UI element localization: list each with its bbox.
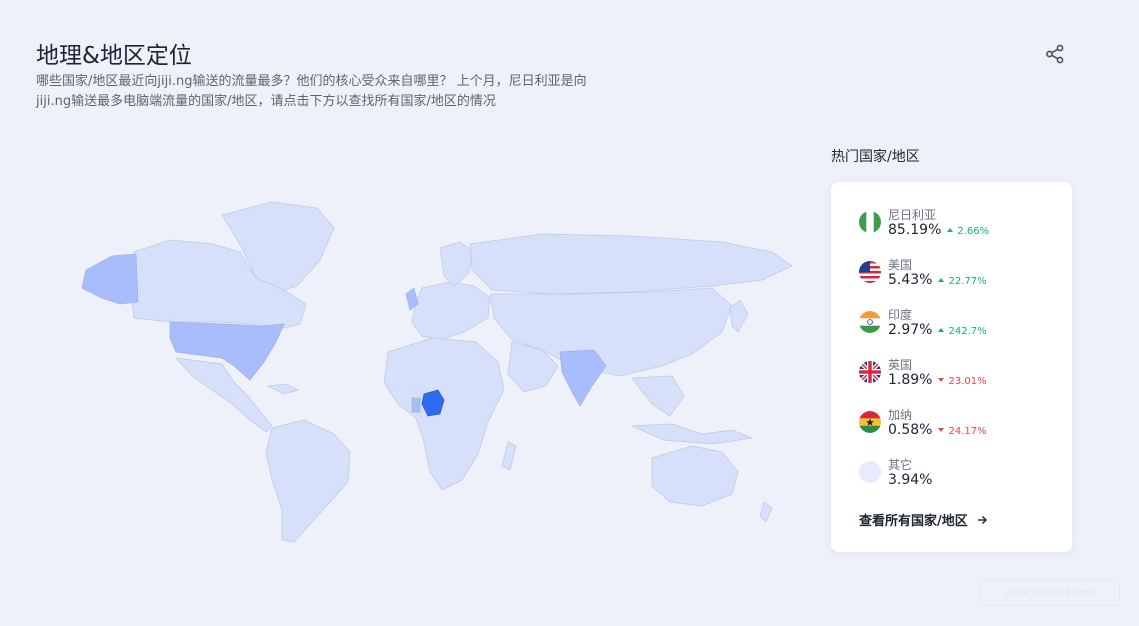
country-change: 22.77%	[948, 276, 987, 287]
map-caribbean	[266, 383, 299, 395]
country-share: 85.19% 2.66%	[888, 222, 990, 238]
page-title: 地理&地区定位	[36, 43, 192, 69]
country-name: 其它	[888, 458, 913, 472]
map-indonesia	[631, 423, 754, 445]
country-change: 2.66%	[957, 226, 990, 237]
country-share: 1.89% 23.01%	[888, 372, 987, 388]
country-item-usa[interactable]: 美国 5.43% 22.77%	[859, 256, 1059, 296]
country-share: 5.43% 22.77%	[888, 272, 987, 288]
top-countries-heading: 热门国家/地区	[831, 149, 920, 165]
top-countries-panel: 尼日利亚 85.19% 2.66% 美国 5.43% 22.77% 印度 2.9…	[831, 182, 1072, 552]
country-item-ghana[interactable]: 加纳 0.58% 24.17%	[859, 406, 1059, 446]
map-russia	[469, 233, 793, 295]
country-share: 3.94%	[888, 472, 933, 488]
country-name: 美国	[888, 258, 913, 272]
ghana-flag-icon	[859, 411, 881, 433]
map-africa	[383, 337, 505, 491]
country-item-other[interactable]: 其它 3.94%	[859, 456, 1059, 496]
map-europe	[411, 281, 491, 341]
share-icon[interactable]	[1043, 42, 1067, 66]
map-southeast-asia	[631, 375, 685, 417]
country-name: 印度	[888, 308, 913, 322]
view-all-label: 查看所有国家/地区	[859, 514, 968, 529]
country-change: 24.17%	[948, 426, 987, 437]
country-share: 0.58% 24.17%	[888, 422, 987, 438]
country-name: 英国	[888, 358, 913, 372]
country-name: 尼日利亚	[888, 208, 937, 222]
map-scandinavia	[439, 241, 475, 287]
india-flag-icon	[859, 311, 881, 333]
country-change: 23.01%	[948, 376, 987, 387]
country-name: 加纳	[888, 408, 913, 422]
map-japan	[729, 299, 749, 333]
page-description: 哪些国家/地区最近向jiji.ng输送的流量最多？他们的核心受众来自哪里？ 上个…	[36, 74, 587, 109]
map-alaska	[81, 253, 139, 305]
map-australia	[651, 445, 739, 507]
map-new-zealand	[759, 501, 773, 523]
country-share: 2.97% 242.7%	[888, 322, 987, 338]
country-item-uk[interactable]: 英国 1.89% 23.01%	[859, 356, 1059, 396]
map-india	[559, 349, 607, 407]
map-south-america	[265, 419, 351, 543]
country-change: 242.7%	[948, 326, 987, 337]
other-placeholder-icon	[859, 461, 881, 483]
usa-flag-icon	[859, 261, 881, 283]
world-map	[72, 190, 807, 555]
uk-flag-icon	[859, 361, 881, 383]
country-item-india[interactable]: 印度 2.97% 242.7%	[859, 306, 1059, 346]
nigeria-flag-icon	[859, 211, 881, 233]
watermark: www.sem123.com	[980, 580, 1120, 606]
country-item-nigeria[interactable]: 尼日利亚 85.19% 2.66%	[859, 206, 1059, 246]
map-madagascar	[501, 441, 517, 471]
view-all-countries-link[interactable]: 查看所有国家/地区	[859, 510, 988, 530]
map-ghana	[411, 397, 421, 413]
arrow-right-icon	[976, 514, 988, 530]
